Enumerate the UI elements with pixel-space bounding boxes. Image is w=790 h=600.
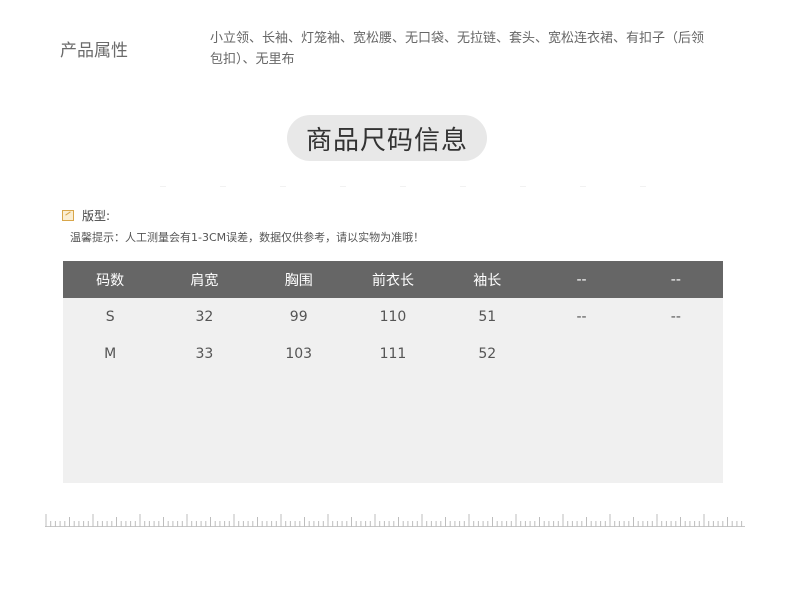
table-cell: 110 — [379, 308, 407, 325]
measurement-tip: 温馨提示：人工测量会有1-3CM误差，数据仅供参考，请以实物为准哦！ — [70, 231, 425, 244]
table-cell: 33 — [195, 345, 214, 362]
table-cell: 103 — [285, 345, 313, 362]
fit-pattern-icon — [62, 210, 74, 221]
ruler-decoration — [45, 514, 745, 527]
table-cell: 111 — [379, 345, 407, 362]
header-cell-extra-2: -- — [670, 271, 681, 288]
table-cell: 52 — [478, 345, 497, 362]
fit-label: 版型: — [82, 209, 111, 223]
header-cell-sleeve: 袖长 — [473, 272, 502, 289]
table-cell: -- — [576, 308, 587, 325]
table-cell — [534, 335, 628, 372]
header-cell-shoulder: 肩宽 — [190, 272, 219, 289]
divider — [160, 186, 680, 187]
table-cell: 51 — [478, 308, 497, 325]
fit-row: 版型: — [62, 207, 110, 224]
header-cell-bust: 胸围 — [284, 272, 313, 289]
table-cell: S — [105, 308, 115, 325]
header-cell-extra-1: -- — [576, 271, 587, 288]
section-title-text: 商品尺码信息 — [305, 125, 468, 156]
size-table-header: 码数 肩宽 胸围 前衣长 袖长 -- -- — [63, 261, 723, 298]
table-cell: M — [104, 345, 117, 362]
table-cell — [629, 335, 723, 372]
table-cell: 99 — [289, 308, 308, 325]
table-row: S 32 99 110 51 -- -- — [63, 298, 723, 335]
header-cell-size: 码数 — [96, 272, 125, 289]
section-title: 商品尺码信息 — [287, 115, 487, 161]
size-table: 码数 肩宽 胸围 前衣长 袖长 -- -- S 32 99 110 51 -- … — [63, 261, 723, 483]
attribute-label: 产品属性 — [60, 41, 128, 61]
attribute-value: 小立领、长袖、灯笼袖、宽松腰、无口袋、无拉链、套头、宽松连衣裙、有扣子（后领包扣… — [210, 31, 705, 67]
table-cell: 32 — [195, 308, 214, 325]
table-cell: -- — [670, 308, 681, 325]
header-cell-front-length: 前衣长 — [371, 272, 414, 289]
table-row: M 33 103 111 52 — [63, 335, 723, 372]
